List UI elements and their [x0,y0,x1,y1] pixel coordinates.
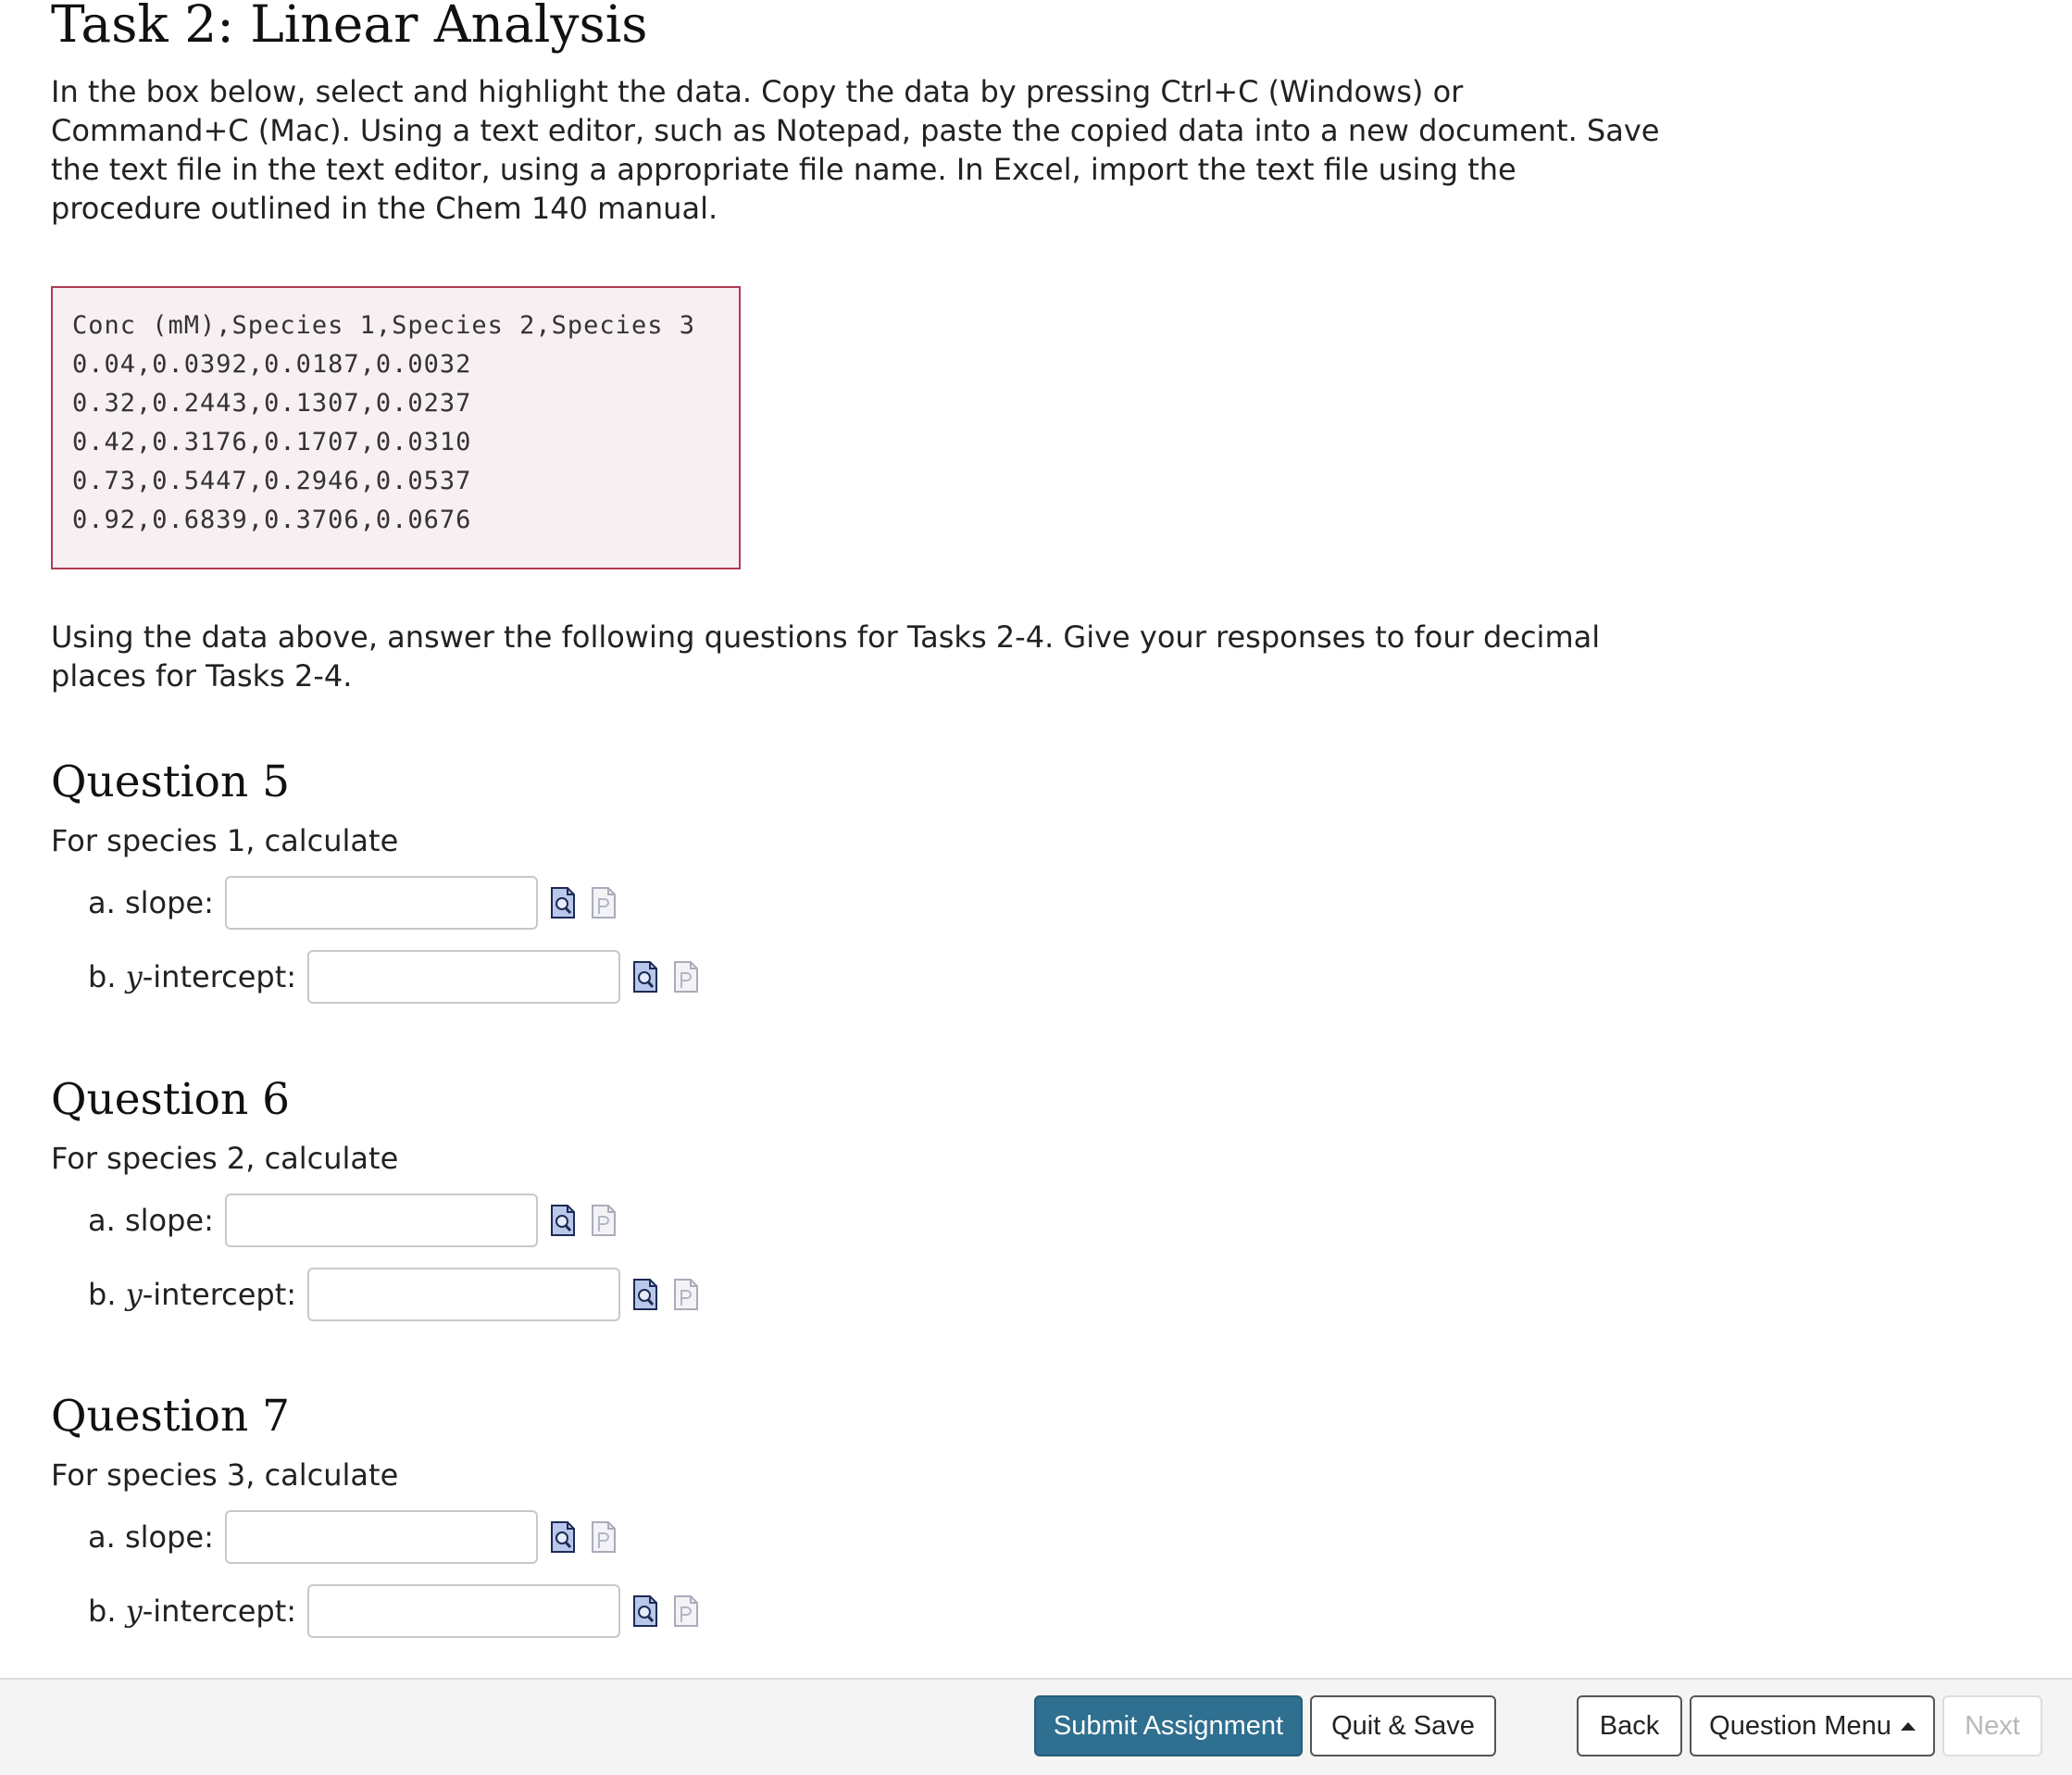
slope-label: a. slope: [88,1203,214,1238]
document-page-icon[interactable] [672,1594,700,1628]
intercept-row: b. y-intercept: [88,1583,700,1639]
slope-label: a. slope: [88,885,214,920]
question-prompt: For species 1, calculate [51,823,399,858]
back-button[interactable]: Back [1577,1695,1682,1756]
document-page-icon[interactable] [590,1520,618,1554]
task-instructions: Using the data above, answer the followi… [51,619,1601,694]
question-prompt: For species 2, calculate [51,1141,399,1176]
document-page-icon[interactable] [672,960,700,994]
caret-up-icon [1900,1721,1916,1731]
slope-input[interactable] [224,876,538,930]
intercept-row: b. y-intercept: [88,949,700,1005]
slope-input[interactable] [224,1510,538,1564]
document-magnifier-icon[interactable] [549,1204,577,1237]
document-magnifier-icon[interactable] [631,960,659,994]
intercept-row: b. y-intercept: [88,1267,700,1322]
data-box[interactable]: Conc (mM),Species 1,Species 2,Species 3 … [51,286,741,569]
document-magnifier-icon[interactable] [549,1520,577,1554]
data-line[interactable]: Conc (mM),Species 1,Species 2,Species 3 [72,306,739,345]
next-button[interactable]: Next [1942,1695,2042,1756]
question-title: Question 6 [51,1074,291,1125]
task-title: Task 2: Linear Analysis [51,0,648,54]
slope-row: a. slope: [88,1509,618,1565]
question-title: Question 5 [51,756,291,807]
task-intro: In the box below, select and highlight t… [51,74,1660,226]
question-menu-button[interactable]: Question Menu [1690,1695,1935,1756]
data-line[interactable]: 0.73,0.5447,0.2946,0.0537 [72,462,739,501]
assignment-footer: Submit Assignment Quit & Save Back Quest… [0,1678,2072,1775]
data-line[interactable]: 0.92,0.6839,0.3706,0.0676 [72,501,739,540]
question-title: Question 7 [51,1391,291,1442]
intercept-input[interactable] [307,1268,621,1321]
intercept-input[interactable] [307,950,621,1004]
document-page-icon[interactable] [672,1278,700,1311]
intercept-label: b. y-intercept: [88,959,297,994]
slope-row: a. slope: [88,1193,618,1248]
slope-label: a. slope: [88,1519,214,1555]
document-magnifier-icon[interactable] [549,886,577,919]
quit-save-button[interactable]: Quit & Save [1310,1695,1496,1756]
slope-row: a. slope: [88,875,618,931]
data-line[interactable]: 0.04,0.0392,0.0187,0.0032 [72,345,739,384]
document-magnifier-icon[interactable] [631,1594,659,1628]
document-page-icon[interactable] [590,1204,618,1237]
intercept-label: b. y-intercept: [88,1594,297,1629]
intercept-label: b. y-intercept: [88,1277,297,1312]
intercept-input[interactable] [307,1584,621,1638]
document-magnifier-icon[interactable] [631,1278,659,1311]
question-menu-label: Question Menu [1709,1710,1891,1741]
question-prompt: For species 3, calculate [51,1457,399,1493]
document-page-icon[interactable] [590,886,618,919]
data-line[interactable]: 0.42,0.3176,0.1707,0.0310 [72,423,739,462]
data-line[interactable]: 0.32,0.2443,0.1307,0.0237 [72,384,739,423]
submit-assignment-button[interactable]: Submit Assignment [1034,1695,1303,1756]
slope-input[interactable] [224,1194,538,1247]
